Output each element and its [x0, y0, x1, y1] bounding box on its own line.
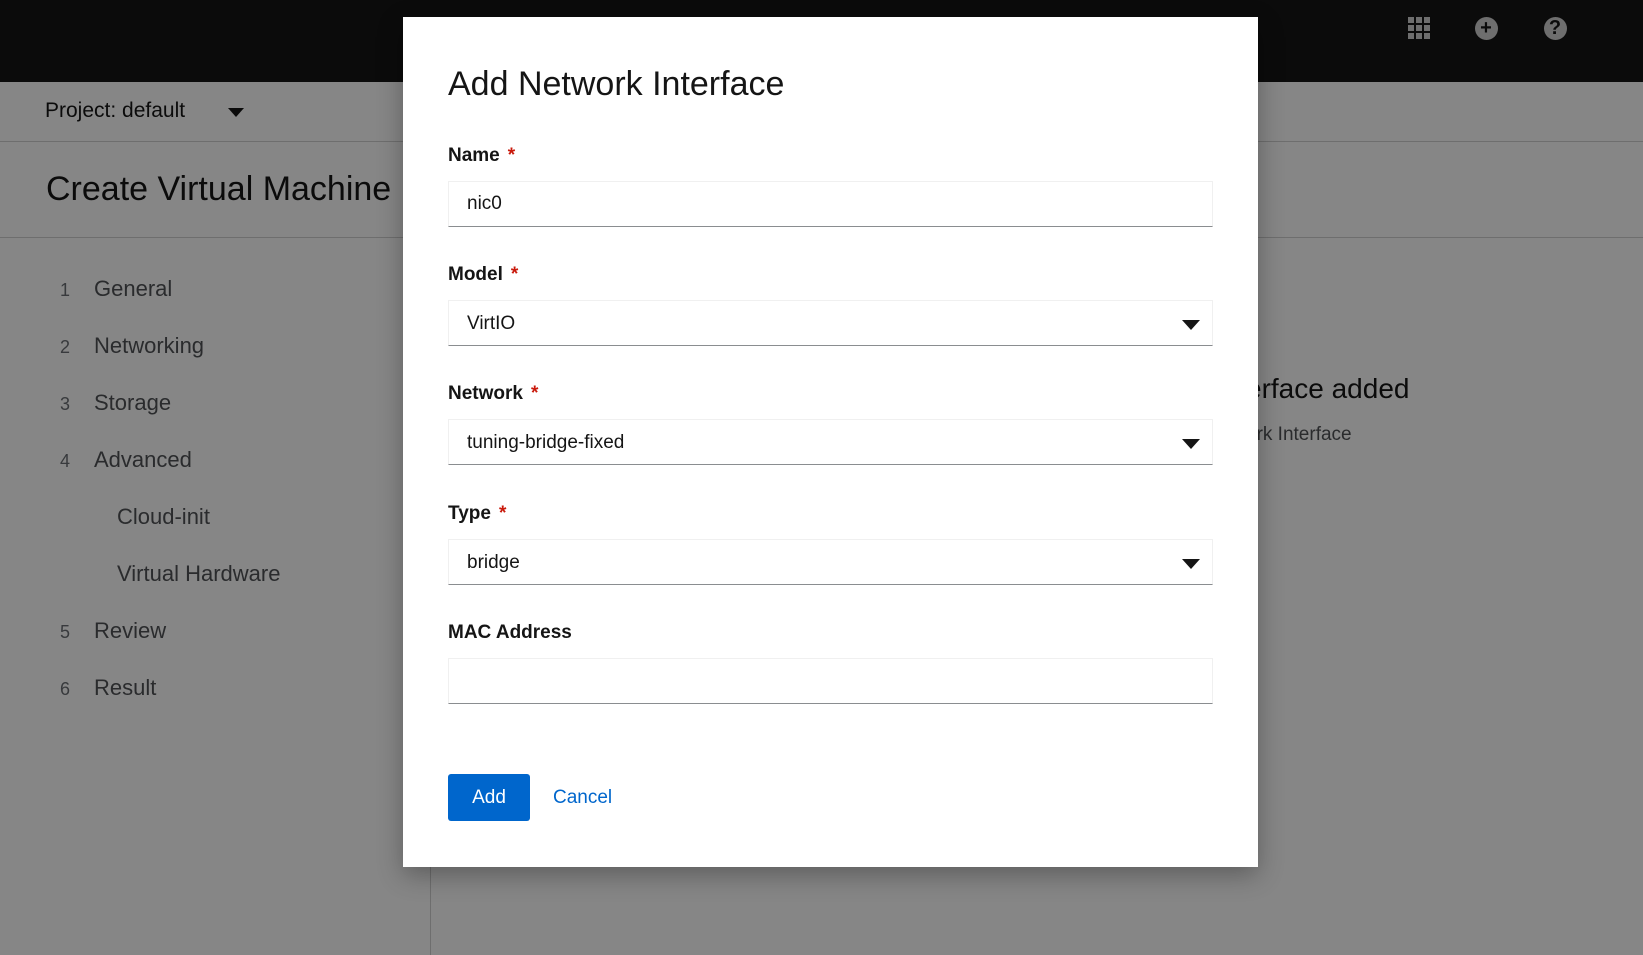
model-select-value: VirtIO [467, 313, 516, 334]
type-label: Type * [448, 503, 506, 525]
add-network-interface-modal: Add Network Interface Name * Model * VirtI… [403, 17, 1258, 867]
required-marker: * [510, 264, 519, 285]
type-select[interactable]: bridge [448, 539, 1213, 585]
name-input[interactable] [448, 181, 1213, 227]
model-select[interactable]: VirtIO [448, 300, 1213, 346]
mac-address-input[interactable] [448, 658, 1213, 704]
mac-address-label: MAC Address [448, 622, 572, 643]
add-button[interactable]: Add [448, 774, 530, 821]
modal-title: Add Network Interface [448, 65, 785, 103]
network-select-value: tuning-bridge-fixed [467, 432, 625, 453]
caret-down-icon [1182, 320, 1200, 330]
network-label: Network * [448, 383, 538, 405]
caret-down-icon [1182, 439, 1200, 449]
required-marker: * [507, 145, 516, 166]
name-label-text: Name [448, 145, 500, 166]
required-marker: * [530, 383, 539, 404]
network-label-text: Network [448, 383, 523, 404]
name-label: Name * [448, 145, 515, 167]
type-select-value: bridge [467, 552, 520, 573]
caret-down-icon [1182, 559, 1200, 569]
model-label-text: Model [448, 264, 503, 285]
cancel-button[interactable]: Cancel [553, 774, 612, 821]
network-select[interactable]: tuning-bridge-fixed [448, 419, 1213, 465]
required-marker: * [498, 503, 507, 524]
type-label-text: Type [448, 503, 491, 524]
model-label: Model * [448, 264, 518, 286]
